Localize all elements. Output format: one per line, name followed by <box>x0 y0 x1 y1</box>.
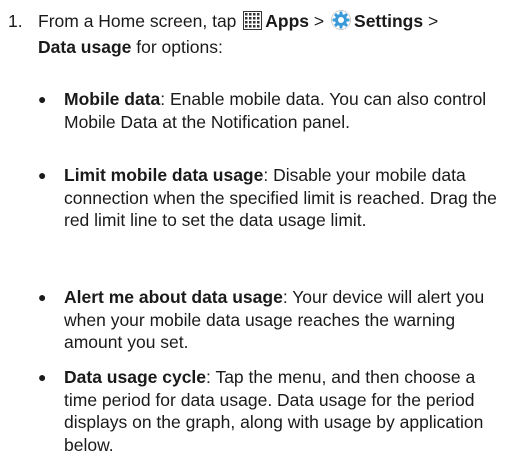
instruction-step: 1. From a Home screen, tap Apps > Settin… <box>8 10 508 58</box>
step-intro: From a Home screen, tap <box>38 11 237 31</box>
bullet-dot: ● <box>38 167 47 183</box>
list-item: ● Alert me about data usage: Your device… <box>38 286 508 354</box>
settings-gear-icon <box>331 10 351 36</box>
page: 1. From a Home screen, tap Apps > Settin… <box>0 0 515 455</box>
bullet-dot: ● <box>38 91 47 107</box>
separator-1: > <box>313 11 325 31</box>
list-item: ● Mobile data: Enable mobile data. You c… <box>38 88 508 133</box>
option-term: Alert me about data usage <box>64 287 283 307</box>
apps-label: Apps <box>265 11 310 31</box>
bullet-dot: ● <box>38 369 47 385</box>
list-item: ● Limit mobile data usage: Disable your … <box>38 164 508 232</box>
apps-grid-icon <box>243 11 263 36</box>
bullet-dot: ● <box>38 289 47 305</box>
option-term: Data usage cycle <box>64 367 207 387</box>
option-term: Limit mobile data usage <box>64 165 264 185</box>
step-text: From a Home screen, tap Apps > Settings … <box>38 10 508 58</box>
separator-2: > <box>427 11 439 31</box>
data-usage-label: Data usage <box>38 36 132 57</box>
settings-label: Settings <box>354 11 424 31</box>
step-number: 1. <box>8 11 23 31</box>
step-outro: for options: <box>136 36 223 57</box>
option-term: Mobile data <box>64 89 161 109</box>
list-item: ● Data usage cycle: Tap the menu, and th… <box>38 366 508 456</box>
